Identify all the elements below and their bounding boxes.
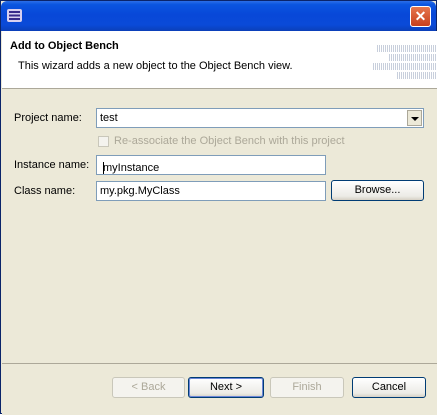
text-caret <box>103 162 104 174</box>
close-icon: ✕ <box>414 8 427 24</box>
reassociate-label: Re-associate the Object Bench with this … <box>114 135 345 147</box>
wizard-footer: < Back Next > Finish Cancel <box>2 363 437 415</box>
reassociate-checkbox[interactable] <box>98 136 109 147</box>
class-name-label: Class name: <box>14 185 76 197</box>
dialog-window: ✕ Add to Object Bench This wizard adds a… <box>0 0 437 415</box>
wizard-description: This wizard adds a new object to the Obj… <box>18 60 293 72</box>
project-name-label: Project name: <box>14 112 82 124</box>
class-name-value: my.pkg.MyClass <box>100 185 180 197</box>
cancel-button[interactable]: Cancel <box>352 377 426 398</box>
wizard-banner-image <box>367 41 437 81</box>
close-button[interactable]: ✕ <box>410 6 431 27</box>
instance-name-field[interactable]: myInstance <box>96 155 326 175</box>
project-name-combo[interactable]: test <box>96 108 424 128</box>
next-button[interactable]: Next > <box>188 377 264 398</box>
app-icon <box>7 9 22 22</box>
title-bar[interactable]: ✕ <box>1 1 436 31</box>
class-name-field[interactable]: my.pkg.MyClass <box>96 181 326 201</box>
wizard-header: Add to Object Bench This wizard adds a n… <box>2 31 437 89</box>
back-button[interactable]: < Back <box>112 377 185 398</box>
instance-name-label: Instance name: <box>14 159 90 171</box>
wizard-form: Project name: test Re-associate the Obje… <box>2 89 437 363</box>
finish-button[interactable]: Finish <box>270 377 344 398</box>
browse-button[interactable]: Browse... <box>331 180 424 201</box>
wizard-title: Add to Object Bench <box>10 40 119 52</box>
chevron-down-icon[interactable] <box>407 110 422 126</box>
instance-name-value: myInstance <box>103 162 160 174</box>
project-name-value: test <box>100 112 118 124</box>
